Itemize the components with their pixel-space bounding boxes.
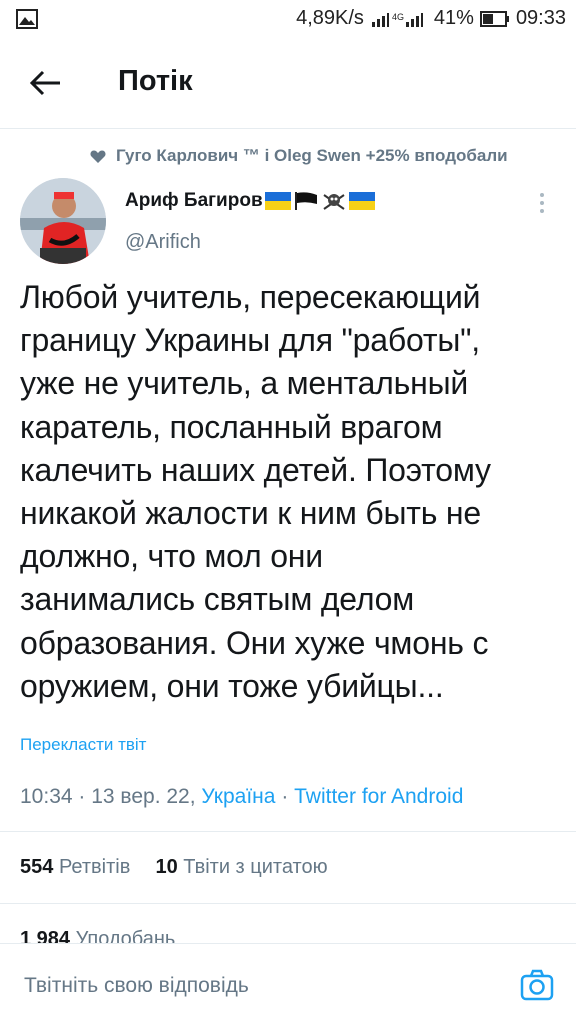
tweet-line: занимались святым делом — [20, 581, 415, 618]
tweet-line: границу Украины для "работы", — [20, 322, 480, 359]
social-context-text: Гуго Карлович ™ і Oleg Swen +25% вподоба… — [116, 146, 508, 165]
more-vertical-icon[interactable] — [536, 190, 548, 218]
divider — [0, 831, 576, 832]
tweet-line: образования. Они хуже чмонь с — [20, 624, 489, 661]
tweet-meta: 10:34 · 13 вер. 22, Україна · Twitter fo… — [20, 785, 464, 808]
tweet-line: калечить наших детей. Поэтому — [20, 451, 491, 488]
reply-input[interactable]: Твітніть свою відповідь — [24, 974, 249, 998]
tweet-location-link[interactable]: Україна — [201, 785, 275, 808]
tweet-line: каратель, посланный врагом — [20, 408, 443, 445]
tweet-source-link[interactable]: Twitter for Android — [294, 785, 463, 808]
quotes-stat[interactable]: 10 Твіти з цитатою — [155, 856, 327, 878]
divider — [0, 903, 576, 904]
battery-icon — [479, 10, 509, 27]
back-arrow-icon[interactable] — [28, 68, 64, 98]
tweet-text: Любой учитель, пересекающий границу Укра… — [20, 276, 560, 708]
image-icon — [16, 9, 38, 29]
status-bar: 4,89K/s 4G 41% 09:33 — [0, 0, 576, 40]
author-name: Ариф Багиров — [125, 190, 263, 211]
tweet-line: никакой жалости к ним быть не — [20, 495, 481, 532]
network-speed: 4,89K/s — [296, 7, 364, 29]
tweet-time: 10:34 — [20, 785, 73, 808]
engagement-stats: 554 Ретвітів 10 Твіти з цитатою — [20, 856, 328, 879]
tweet-line: уже не учитель, а ментальный — [20, 365, 469, 402]
svg-text:4G: 4G — [392, 12, 404, 22]
retweets-stat[interactable]: 554 Ретвітів — [20, 856, 130, 878]
avatar[interactable] — [20, 178, 106, 264]
battery-percent: 41% — [433, 7, 474, 29]
tweet-line: оружием, они тоже убийцы... — [20, 667, 444, 704]
app-header: Потік — [0, 40, 576, 129]
avatar-image — [20, 178, 106, 264]
clock: 09:33 — [515, 7, 566, 29]
signal-icon: 4G — [371, 12, 423, 27]
reply-bar: Твітніть свою відповідь — [0, 943, 576, 1025]
translate-tweet-link[interactable]: Перекласти твіт — [20, 735, 146, 755]
likes-stat[interactable]: 1 984 Уподобань — [20, 928, 175, 944]
author-handle[interactable]: @Arifich — [125, 231, 201, 254]
tweet-line: должно, что мол они — [20, 538, 323, 575]
heart-icon — [90, 150, 106, 163]
skull-crossbones-icon — [323, 194, 345, 210]
ukraine-flag-icon — [348, 192, 375, 210]
ukraine-flag-icon — [264, 192, 291, 210]
camera-icon[interactable] — [520, 968, 554, 1002]
social-context[interactable]: Гуго Карлович ™ і Oleg Swen +25% вподоба… — [90, 146, 508, 166]
tweet-date: 13 вер. 22 — [91, 785, 190, 808]
page-title: Потік — [118, 65, 193, 97]
author-name-row[interactable]: Ариф Багиров — [125, 190, 375, 212]
tweet-line: Любой учитель, пересекающий — [20, 279, 481, 315]
black-flag-icon — [294, 192, 317, 210]
